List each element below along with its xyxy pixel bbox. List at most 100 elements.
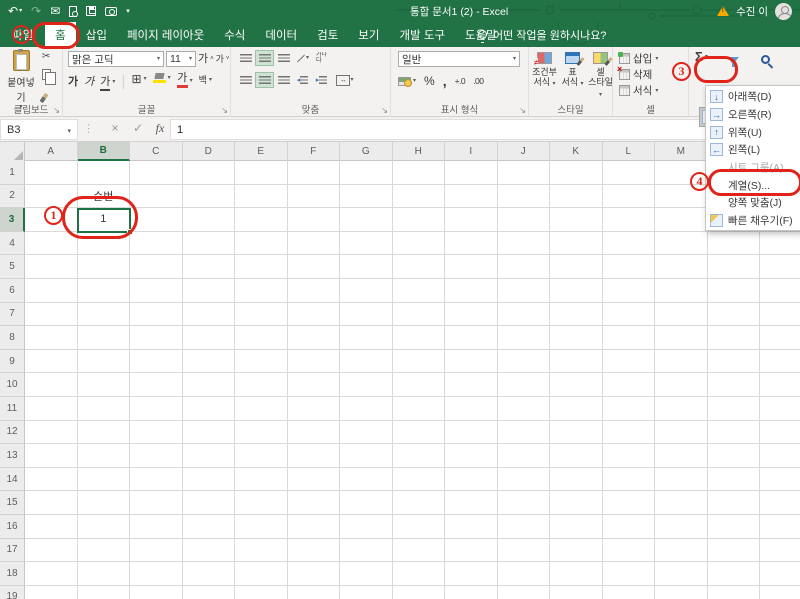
cell-K5[interactable] xyxy=(550,255,603,279)
cell-O14[interactable] xyxy=(760,468,800,492)
cell-J2[interactable] xyxy=(497,184,550,209)
cell-D13[interactable] xyxy=(182,444,235,468)
row-header-18[interactable]: 18 xyxy=(0,562,25,586)
cell-I3[interactable] xyxy=(445,208,498,232)
cell-O6[interactable] xyxy=(760,279,800,303)
cell-K17[interactable] xyxy=(550,538,603,563)
cell-O5[interactable] xyxy=(760,255,800,279)
cell-J19[interactable] xyxy=(498,585,550,599)
clipboard-dialog-launcher-icon[interactable] xyxy=(53,107,60,115)
cell-D18[interactable] xyxy=(182,562,235,586)
cell-K6[interactable] xyxy=(550,278,603,303)
cell-M6[interactable] xyxy=(655,278,708,303)
cell-L11[interactable] xyxy=(602,396,655,421)
accounting-format-button[interactable]: ▾ xyxy=(398,76,416,87)
column-header-M[interactable]: M xyxy=(655,142,708,161)
row-header-11[interactable]: 11 xyxy=(0,396,25,421)
column-header-A[interactable]: A xyxy=(25,142,78,161)
enter-button[interactable]: ✓ xyxy=(130,121,146,135)
cell-J8[interactable] xyxy=(497,326,550,350)
cell-O4[interactable] xyxy=(760,232,800,256)
merge-center-button[interactable]: ↔ ▾ xyxy=(332,73,358,87)
cell-A12[interactable] xyxy=(25,420,78,445)
cell-A9[interactable] xyxy=(25,349,78,374)
cell-C5[interactable] xyxy=(130,255,183,279)
cell-A14[interactable] xyxy=(25,467,78,492)
cell-B4[interactable] xyxy=(77,231,130,256)
cell-L7[interactable] xyxy=(602,302,655,327)
tab-0[interactable]: 홈 xyxy=(45,22,76,47)
autosum-button[interactable]: Σ ▾ xyxy=(695,50,708,63)
cell-B18[interactable] xyxy=(77,562,130,586)
format-cells-button[interactable]: 서식 ▾ xyxy=(619,83,658,98)
tab-3[interactable]: 수식 xyxy=(214,22,255,47)
cell-J12[interactable] xyxy=(497,420,550,445)
column-header-H[interactable]: H xyxy=(393,142,445,161)
cell-N16[interactable] xyxy=(707,514,760,539)
cell-G5[interactable] xyxy=(340,255,393,279)
cell-O12[interactable] xyxy=(760,421,800,445)
cell-H14[interactable] xyxy=(392,467,445,492)
cell-H3[interactable] xyxy=(392,208,445,232)
cell-D9[interactable] xyxy=(182,349,235,374)
cell-K3[interactable] xyxy=(550,208,603,232)
cell-G1[interactable] xyxy=(340,161,393,185)
cell-O13[interactable] xyxy=(760,444,800,468)
cell-H12[interactable] xyxy=(392,420,445,445)
cell-I19[interactable] xyxy=(445,585,498,599)
cell-F17[interactable] xyxy=(287,538,340,563)
cell-K19[interactable] xyxy=(550,585,603,599)
cell-L2[interactable] xyxy=(602,184,655,209)
select-all-corner[interactable] xyxy=(0,142,25,161)
cell-D17[interactable] xyxy=(182,538,235,563)
cell-A4[interactable] xyxy=(25,231,78,256)
increase-decimal-button[interactable]: +.0 xyxy=(455,76,466,86)
cell-L16[interactable] xyxy=(602,514,655,539)
cell-F8[interactable] xyxy=(287,326,340,350)
increase-indent-button[interactable]: ▸ xyxy=(313,73,330,87)
align-middle-button[interactable] xyxy=(255,50,274,66)
cell-L14[interactable] xyxy=(602,467,655,492)
cell-H1[interactable] xyxy=(392,161,445,185)
cell-B7[interactable] xyxy=(77,302,130,327)
formula-bar-splitter[interactable]: ⋮ xyxy=(83,122,94,135)
print-preview-icon[interactable] xyxy=(69,5,79,17)
cell-L4[interactable] xyxy=(602,231,655,256)
cell-G15[interactable] xyxy=(340,491,393,515)
row-header-2[interactable]: 2 xyxy=(0,184,25,209)
cell-N5[interactable] xyxy=(707,255,760,279)
cell-F10[interactable] xyxy=(287,373,340,397)
user-avatar[interactable] xyxy=(775,2,792,20)
cell-B19[interactable] xyxy=(78,585,130,599)
cell-C7[interactable] xyxy=(130,302,183,327)
cell-D12[interactable] xyxy=(182,420,235,445)
cell-E3[interactable] xyxy=(235,208,288,232)
cell-L5[interactable] xyxy=(602,255,655,279)
cancel-button[interactable]: × xyxy=(107,121,123,135)
paste-button[interactable]: 붙여넣기 ▾ xyxy=(3,49,39,110)
cell-L6[interactable] xyxy=(602,278,655,303)
cell-I16[interactable] xyxy=(445,514,498,539)
cell-N19[interactable] xyxy=(708,585,760,599)
cell-F7[interactable] xyxy=(287,302,340,327)
cell-G14[interactable] xyxy=(340,467,393,492)
grow-font-button[interactable]: 가 ˄ xyxy=(198,53,214,65)
cell-G12[interactable] xyxy=(340,420,393,445)
cell-C16[interactable] xyxy=(130,514,183,539)
cell-J6[interactable] xyxy=(497,278,550,303)
cell-I14[interactable] xyxy=(445,467,498,492)
cell-N13[interactable] xyxy=(707,444,760,468)
row-header-16[interactable]: 16 xyxy=(0,514,25,539)
cell-D2[interactable] xyxy=(182,184,235,209)
cell-G9[interactable] xyxy=(340,349,393,374)
cell-F1[interactable] xyxy=(287,161,340,185)
insert-function-button[interactable]: fx xyxy=(152,121,168,136)
cell-K13[interactable] xyxy=(550,444,603,468)
cell-M18[interactable] xyxy=(655,562,708,586)
cell-F5[interactable] xyxy=(287,255,340,279)
cell-B15[interactable] xyxy=(77,491,130,515)
decrease-decimal-button[interactable]: .00 xyxy=(473,76,484,86)
cell-B12[interactable] xyxy=(77,420,130,445)
row-header-9[interactable]: 9 xyxy=(0,349,25,374)
cell-O18[interactable] xyxy=(760,562,800,586)
